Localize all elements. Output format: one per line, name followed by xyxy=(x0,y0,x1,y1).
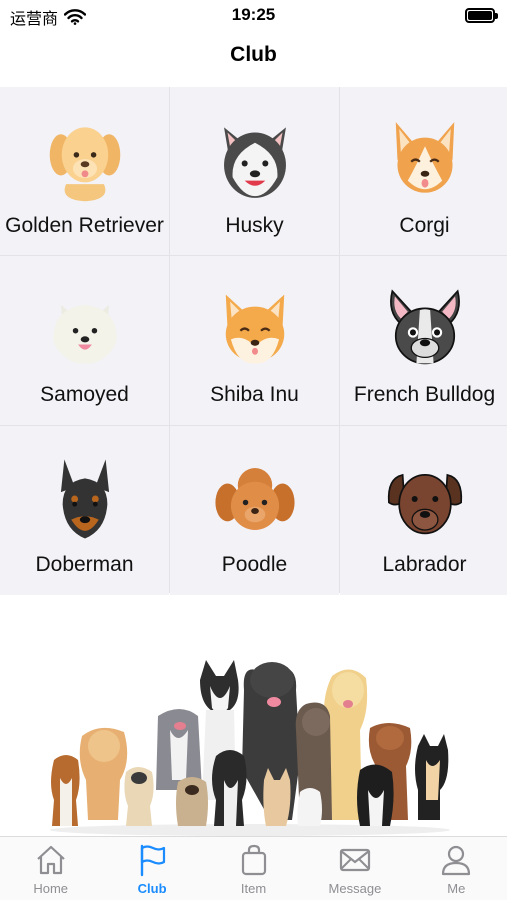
home-icon xyxy=(36,845,65,875)
breed-cell-golden-retriever[interactable]: Golden Retriever xyxy=(0,87,169,255)
tab-me-label: Me xyxy=(447,881,466,896)
breed-label: French Bulldog xyxy=(353,383,496,406)
breed-label: Shiba Inu xyxy=(210,383,299,406)
status-bar: 运营商 19:25 xyxy=(0,0,507,32)
doberman-icon xyxy=(42,456,128,542)
husky-icon xyxy=(212,117,298,203)
breed-cell-samoyed[interactable]: Samoyed xyxy=(0,256,169,425)
bag-icon xyxy=(241,844,266,876)
breed-label: Corgi xyxy=(399,214,450,237)
tab-item-label: Item xyxy=(240,881,267,896)
samoyed-icon xyxy=(42,286,128,372)
breed-cell-husky[interactable]: Husky xyxy=(170,87,339,255)
breed-label: Golden Retriever xyxy=(5,214,164,237)
breed-label: Husky xyxy=(225,214,284,237)
breed-label: Samoyed xyxy=(40,383,129,406)
tab-club-label: Club xyxy=(137,881,167,896)
shiba-inu-icon xyxy=(212,286,298,372)
french-bulldog-icon xyxy=(382,286,468,372)
flag-icon xyxy=(140,844,166,877)
breed-cell-labrador[interactable]: Labrador xyxy=(340,426,507,595)
dog-group-illustration xyxy=(50,660,450,836)
breed-cell-french-bulldog[interactable]: French Bulldog xyxy=(340,256,507,425)
tab-home[interactable]: Home xyxy=(0,837,101,900)
breed-cell-poodle[interactable]: Poodle xyxy=(170,426,339,595)
tab-club[interactable]: Club xyxy=(101,837,202,900)
status-time: 19:25 xyxy=(231,5,276,24)
battery-icon xyxy=(465,8,498,23)
page-title: Club xyxy=(230,43,277,66)
breed-cell-doberman[interactable]: Doberman xyxy=(0,426,169,595)
envelope-icon xyxy=(339,848,371,872)
breed-label: Doberman xyxy=(35,553,134,576)
tab-me[interactable]: Me xyxy=(406,837,507,900)
breed-label: Poodle xyxy=(221,553,288,576)
tab-message[interactable]: Message xyxy=(304,837,405,900)
corgi-icon xyxy=(382,117,468,203)
breed-cell-shiba-inu[interactable]: Shiba Inu xyxy=(170,256,339,425)
breed-grid: Golden Retriever Husky Corgi Samoyed Shi… xyxy=(0,87,507,595)
person-icon xyxy=(442,845,471,876)
tab-message-label: Message xyxy=(328,881,382,896)
poodle-icon xyxy=(212,456,298,542)
breed-label: Labrador xyxy=(382,553,467,576)
labrador-icon xyxy=(382,456,468,542)
breed-cell-corgi[interactable]: Corgi xyxy=(340,87,507,255)
tab-bar: Home Club Item Message Me xyxy=(0,836,507,900)
tab-item[interactable]: Item xyxy=(203,837,304,900)
tab-home-label: Home xyxy=(33,881,69,896)
golden-retriever-icon xyxy=(42,117,128,203)
